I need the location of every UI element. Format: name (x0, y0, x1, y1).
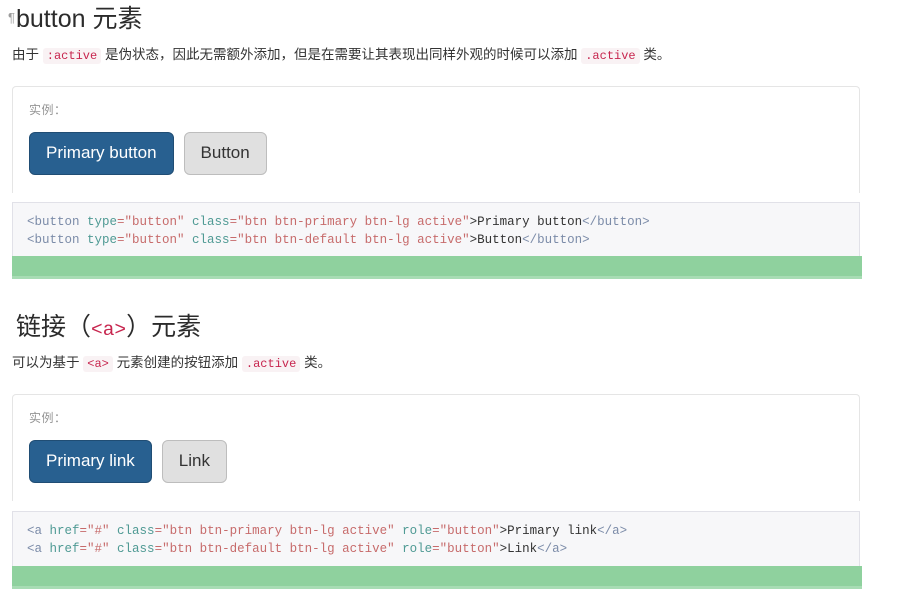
lead-inline-code-anchor-tag: <a> (83, 356, 113, 372)
lead-inline-code-active-class: .active (241, 356, 301, 372)
green-placeholder-bar-top (12, 256, 862, 279)
primary-button[interactable]: Primary button (29, 132, 174, 175)
code-token: >Primary link (499, 524, 598, 538)
code-token: </button> (582, 215, 650, 229)
code-token: </button> (522, 233, 590, 247)
primary-link-button[interactable]: Primary link (29, 440, 152, 483)
heading-inline-code: <a> (91, 319, 127, 341)
lead-inline-code-active-pseudo: :active (42, 48, 102, 64)
section-lead-anchor: 可以为基于 <a> 元素创建的按钮添加 .active 类。 (12, 353, 331, 374)
code-token: href (42, 542, 80, 556)
green-placeholder-bar-bottom (12, 566, 862, 589)
code-token: class (109, 542, 155, 556)
code-token: ="btn btn-primary btn-lg active" (154, 524, 395, 538)
lead-text-part3: 类。 (643, 47, 671, 62)
code-token: </a> (537, 542, 568, 556)
example-label: 实例： (29, 103, 67, 117)
code-token: class (109, 524, 155, 538)
code-token: class (184, 215, 230, 229)
default-button[interactable]: Button (183, 132, 267, 175)
code-token: role (394, 524, 433, 538)
code-snippet-anchor: <a href="#" class="btn btn-primary btn-l… (27, 522, 845, 558)
code-token: <a (27, 524, 43, 538)
lead-text-part2: 元素创建的按钮添加 (116, 355, 239, 370)
example-label: 实例： (29, 411, 67, 425)
heading-suffix-text: ）元素 (126, 313, 202, 341)
default-link-button[interactable]: Link (161, 440, 227, 483)
documentation-page: ¶ button 元素 由于 :active 是伪状态，因此无需额外添加，但是在需… (0, 0, 900, 599)
example-panel-anchor: 实例： Primary link Link (12, 394, 860, 501)
button-row: Primary link Link (29, 440, 843, 483)
code-token: ="button" (117, 233, 185, 247)
code-token: ="btn btn-default btn-lg active" (229, 233, 470, 247)
lead-text-part3: 类。 (304, 355, 332, 370)
code-token: >Link (499, 542, 538, 556)
code-token: role (394, 542, 433, 556)
code-token: <button (27, 233, 80, 247)
code-snippet-button: <button type="button" class="btn btn-pri… (27, 213, 845, 249)
anchor-link-icon[interactable]: ¶ (8, 10, 15, 26)
code-token: ="#" (79, 524, 110, 538)
section-lead-button: 由于 :active 是伪状态，因此无需额外添加，但是在需要让其表现出同样外观的… (12, 45, 670, 66)
code-token: ="btn btn-primary btn-lg active" (229, 215, 470, 229)
code-token: <button (27, 215, 80, 229)
button-row: Primary button Button (29, 132, 843, 175)
example-panel-button: 实例： Primary button Button (12, 86, 860, 193)
lead-text-part1: 可以为基于 (12, 355, 80, 370)
code-token: ="button" (117, 215, 185, 229)
lead-text-part2: 是伪状态，因此无需额外添加，但是在需要让其表现出同样外观的时候可以添加 (104, 47, 578, 62)
section-heading-button: ¶ button 元素 (8, 4, 143, 35)
code-token: ="button" (432, 524, 500, 538)
code-token: <a (27, 542, 43, 556)
code-token: >Primary button (469, 215, 583, 229)
code-token: class (184, 233, 230, 247)
code-token: >Button (469, 233, 523, 247)
code-token: type (79, 233, 118, 247)
code-token: ="button" (432, 542, 500, 556)
code-token: href (42, 524, 80, 538)
code-token: ="btn btn-default btn-lg active" (154, 542, 395, 556)
lead-inline-code-active-class: .active (581, 48, 640, 64)
code-token: </a> (597, 524, 628, 538)
code-block-anchor[interactable]: <a href="#" class="btn btn-primary btn-l… (12, 511, 860, 570)
code-token: type (79, 215, 118, 229)
code-block-button[interactable]: <button type="button" class="btn btn-pri… (12, 202, 860, 261)
code-token: ="#" (79, 542, 110, 556)
lead-text-part1: 由于 (12, 47, 39, 62)
heading-prefix-text: 链接（ (16, 313, 92, 341)
heading-main-text: button 元素 (16, 5, 143, 33)
section-heading-anchor: 链接（<a>）元素 (16, 312, 201, 343)
